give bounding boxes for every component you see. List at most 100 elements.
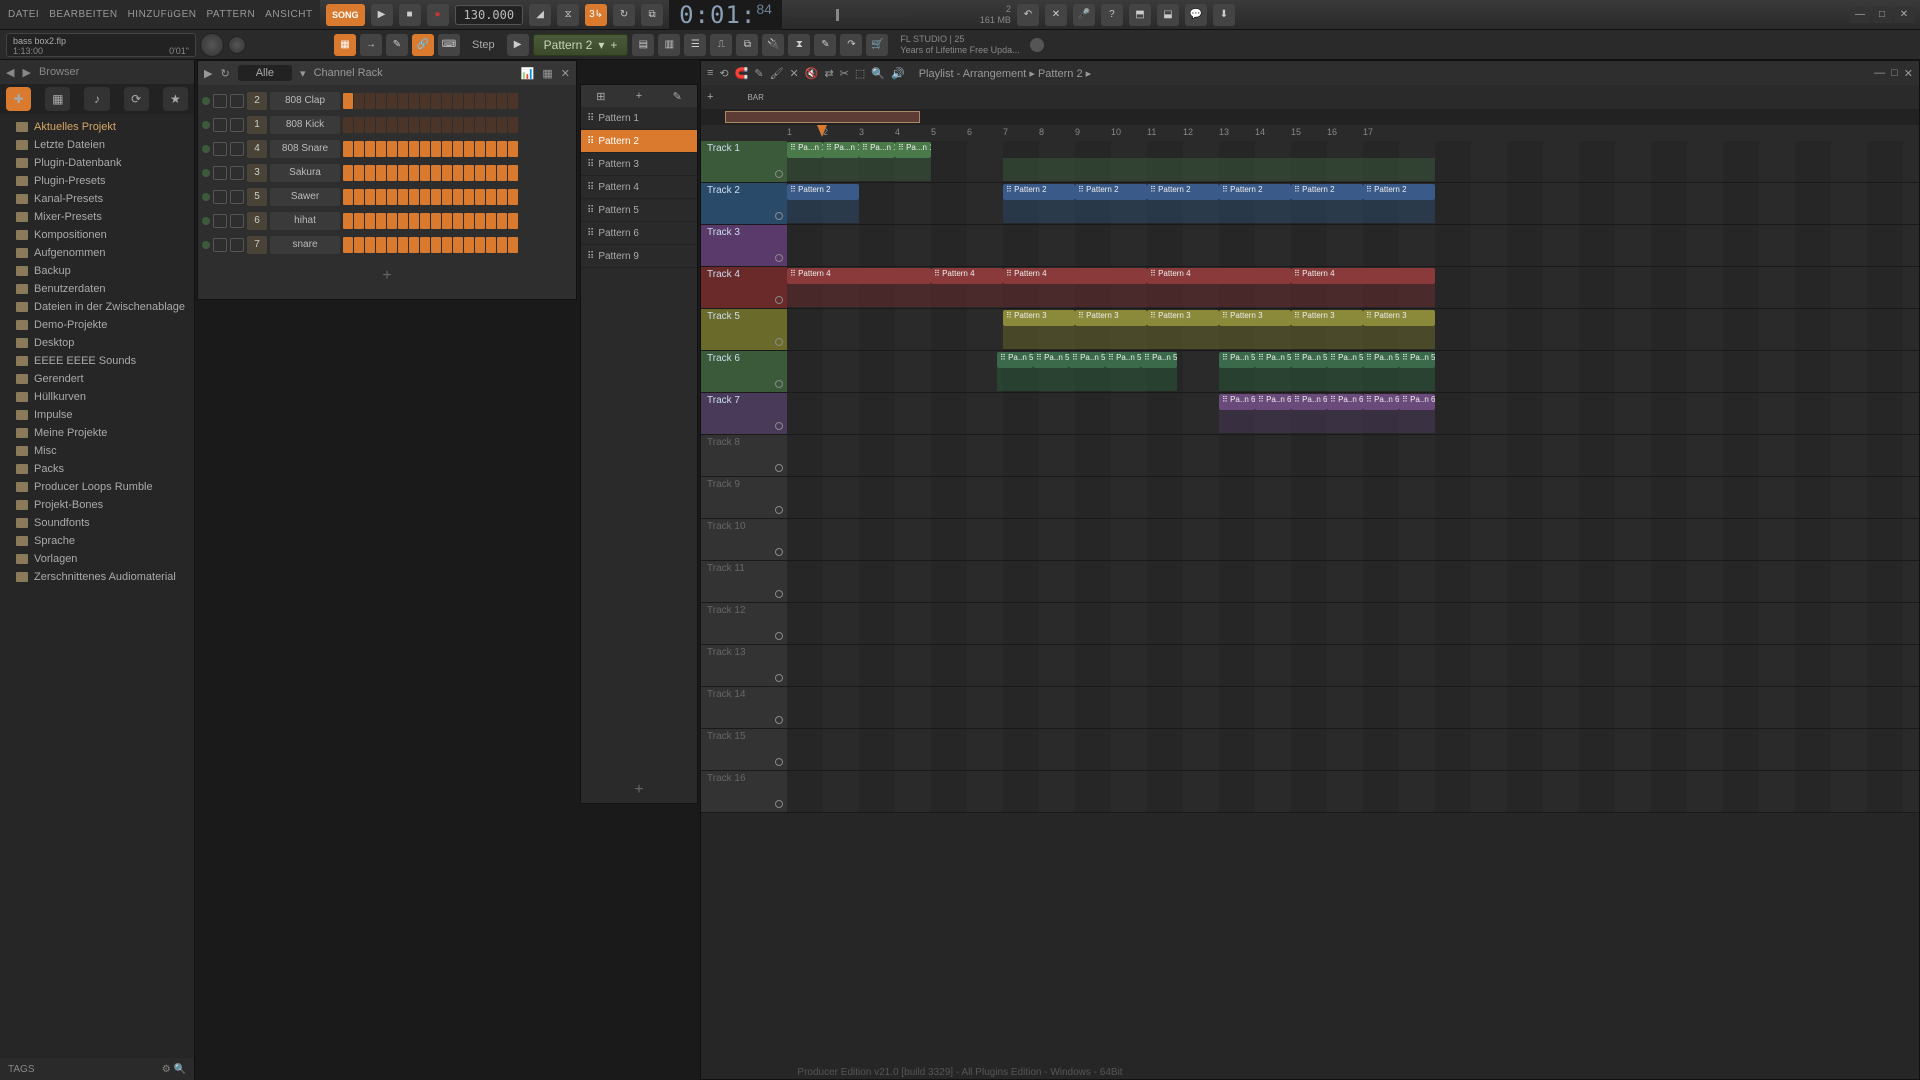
tempo-tap-button[interactable]: ⧗ [788,34,810,56]
pattern-item[interactable]: ⠿Pattern 2 [581,130,697,153]
track-lane[interactable]: ⠿ Pa..n 6⠿ Pa..n 6⠿ Pa..n 6⠿ Pa..n 6⠿ Pa… [787,393,1919,434]
step-cell[interactable] [365,189,375,205]
browser-tab-5[interactable]: ★ [163,87,188,111]
step-cell[interactable] [453,93,463,109]
pl-tool-mute-icon[interactable]: 🔇 [805,67,819,80]
channel-led-icon[interactable] [202,217,210,225]
step-cell[interactable] [475,93,485,109]
clip-body[interactable] [1363,158,1435,181]
step-cell[interactable] [475,189,485,205]
pl-max-icon[interactable]: □ [1891,67,1898,79]
clip[interactable]: ⠿ Pattern 2 [1291,184,1363,200]
step-cell[interactable] [387,237,397,253]
pl-sync-icon[interactable]: ⟲ [719,67,728,80]
channel-solo-button[interactable] [230,238,244,252]
step-cell[interactable] [508,237,518,253]
folder-item[interactable]: Backup [0,262,194,280]
step-cell[interactable] [486,189,496,205]
channel-mute-button[interactable] [213,142,227,156]
clip[interactable]: ⠿ Pattern 4 [1003,268,1147,284]
step-cell[interactable] [343,189,353,205]
playlist-ruler[interactable]: 1234567891011121314151617 [701,125,1919,141]
step-cell[interactable] [508,93,518,109]
clip-body[interactable] [1219,200,1291,223]
clip-body[interactable] [931,284,1003,307]
main-volume-knob[interactable] [200,33,224,57]
view-channels-button[interactable]: ☰ [684,34,706,56]
step-cell[interactable] [376,189,386,205]
folder-item[interactable]: Meine Projekte [0,424,194,442]
track-mute-dot-icon[interactable] [775,254,783,262]
folder-item[interactable]: Soundfonts [0,514,194,532]
step-cell[interactable] [365,213,375,229]
channel-number[interactable]: 1 [247,116,267,134]
clip[interactable]: ⠿ Pa..n 5 [1291,352,1327,368]
search-icon[interactable]: 🔍 [174,1064,186,1075]
track-lane[interactable] [787,645,1919,686]
cr-grid-icon[interactable]: ▦ [542,67,552,80]
clip-body[interactable] [1003,284,1147,307]
clip[interactable]: ⠿ Pattern 2 [1075,184,1147,200]
pp-view-icon[interactable]: ⊞ [596,90,605,103]
step-cell[interactable] [365,141,375,157]
folder-item[interactable]: Mixer-Presets [0,208,194,226]
browser-forward-icon[interactable]: ▶ [22,66,30,79]
folder-item[interactable]: Projekt-Bones [0,496,194,514]
pl-tool-draw-icon[interactable]: ✎ [754,67,763,80]
step-cell[interactable] [343,93,353,109]
track-header[interactable]: Track 13 [701,645,787,686]
step-cell[interactable] [365,165,375,181]
track-mute-dot-icon[interactable] [775,548,783,556]
step-cell[interactable] [431,165,441,181]
playlist-minimap[interactable] [701,109,1919,125]
midi-button[interactable]: ⌨ [438,34,460,56]
clip-body[interactable] [1327,410,1363,433]
folder-item[interactable]: Demo-Projekte [0,316,194,334]
step-cell[interactable] [354,165,364,181]
step-cell[interactable] [409,165,419,181]
step-cell[interactable] [486,213,496,229]
step-cell[interactable] [442,117,452,133]
folder-item[interactable]: Kanal-Presets [0,190,194,208]
clip[interactable]: ⠿ Pa..n 5 [1327,352,1363,368]
clip[interactable]: ⠿ Pa...n 1 [787,142,823,158]
pl-tool-play-icon[interactable]: 🔊 [891,67,905,80]
clip[interactable]: ⠿ Pattern 2 [1003,184,1075,200]
track-lane[interactable]: ⠿ Pattern 4⠿ Pattern 4⠿ Pattern 4⠿ Patte… [787,267,1919,308]
clip[interactable]: ⠿ Pattern 4 [931,268,1003,284]
step-cell[interactable] [453,141,463,157]
tool2-button[interactable]: ↷ [840,34,862,56]
folder-item[interactable]: Sprache [0,532,194,550]
step-cell[interactable] [354,117,364,133]
track-mute-dot-icon[interactable] [775,590,783,598]
step-cell[interactable] [376,237,386,253]
step-cell[interactable] [497,213,507,229]
song-mode-button[interactable]: SONG [326,4,365,26]
track-lane[interactable] [787,603,1919,644]
channel-led-icon[interactable] [202,145,210,153]
track-header[interactable]: Track 1 [701,141,787,182]
step-cell[interactable] [486,237,496,253]
step-cell[interactable] [486,93,496,109]
step-cell[interactable] [442,237,452,253]
clip[interactable]: ⠿ Pa..n 5 [1033,352,1069,368]
folder-item[interactable]: Letzte Dateien [0,136,194,154]
clip-body[interactable] [997,368,1033,391]
pp-edit-icon[interactable]: ✎ [673,90,682,103]
clip[interactable]: ⠿ Pa..n 5 [997,352,1033,368]
view-piano-button[interactable]: ▥ [658,34,680,56]
folder-item[interactable]: Dateien in der Zwischenablage [0,298,194,316]
pattern-item[interactable]: ⠿Pattern 9 [581,245,697,268]
clip[interactable]: ⠿ Pa..n 5 [1105,352,1141,368]
track-header[interactable]: Track 9 [701,477,787,518]
step-cell[interactable] [376,117,386,133]
browser-tab-3[interactable]: ♪ [84,87,109,111]
clip-body[interactable] [1327,368,1363,391]
step-cell[interactable] [354,213,364,229]
step-cell[interactable] [464,237,474,253]
step-cell[interactable] [497,93,507,109]
step-cell[interactable] [497,237,507,253]
track-header[interactable]: Track 2 [701,183,787,224]
clip[interactable]: ⠿ Pa...n 1 [823,142,859,158]
step-edit-button[interactable]: ⧉ [641,4,663,26]
